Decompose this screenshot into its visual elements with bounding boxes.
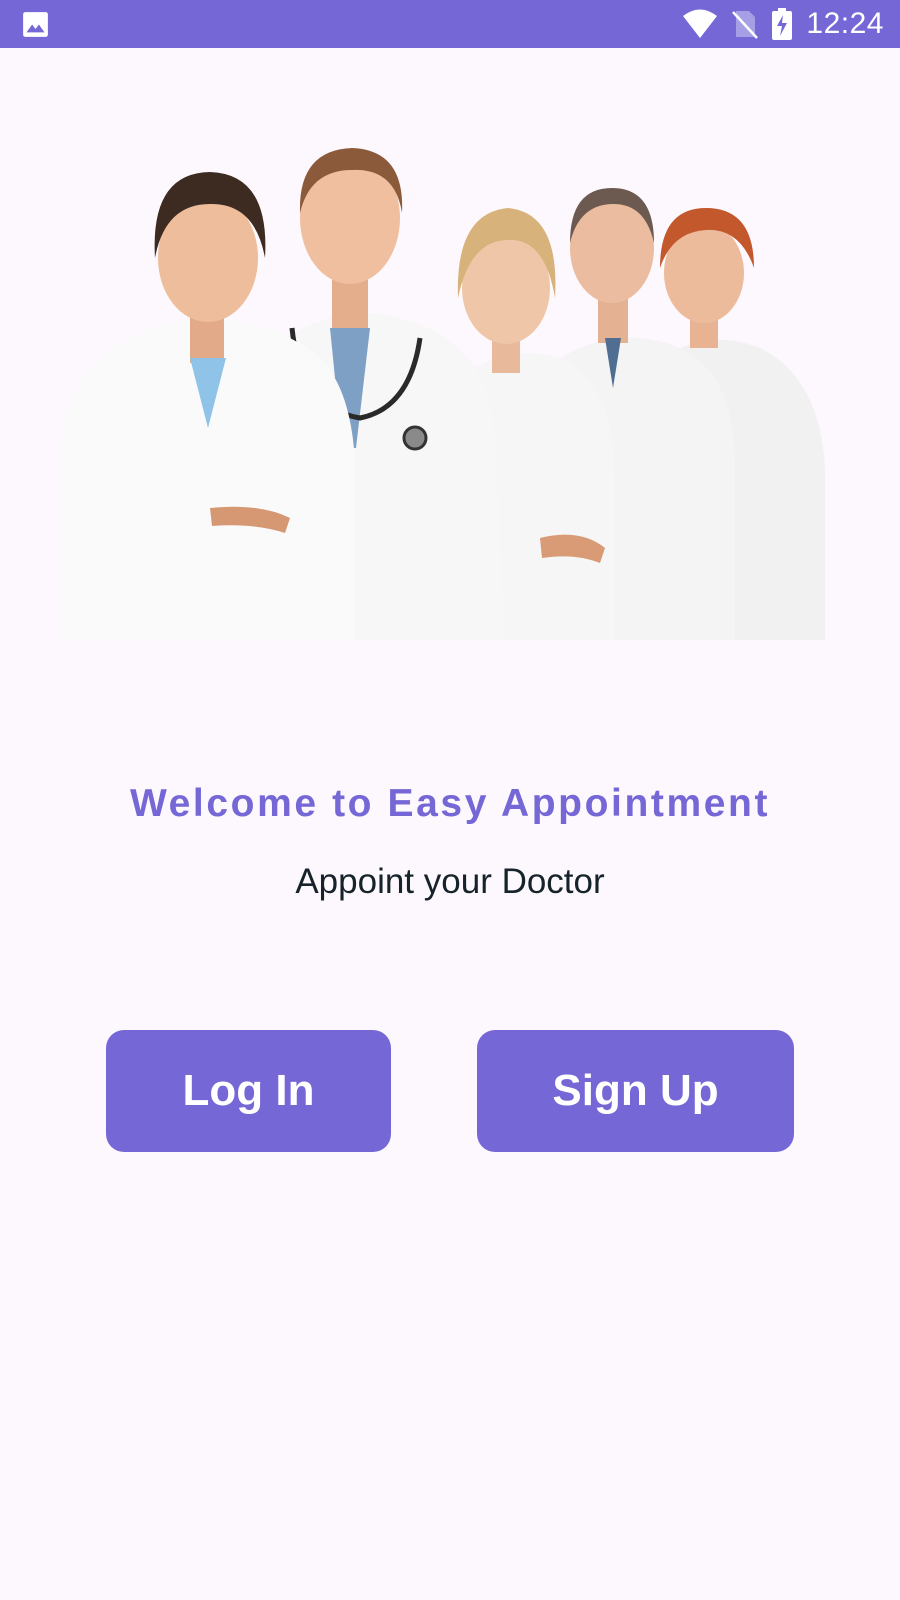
image-notification-icon	[23, 12, 48, 37]
no-sim-icon	[732, 11, 759, 39]
status-time: 12:24	[806, 7, 884, 40]
login-button[interactable]: Log In	[106, 1030, 391, 1152]
battery-charging-icon	[772, 8, 793, 40]
doctors-illustration	[60, 148, 825, 640]
signup-button[interactable]: Sign Up	[477, 1030, 794, 1152]
status-icons: 12:24	[682, 0, 884, 48]
welcome-subtitle: Appoint your Doctor	[295, 862, 605, 901]
status-bar: 12:24	[0, 0, 900, 48]
doctors-group-image	[60, 108, 840, 640]
welcome-title: Welcome to Easy Appointment	[129, 782, 771, 825]
wifi-icon	[683, 9, 718, 38]
